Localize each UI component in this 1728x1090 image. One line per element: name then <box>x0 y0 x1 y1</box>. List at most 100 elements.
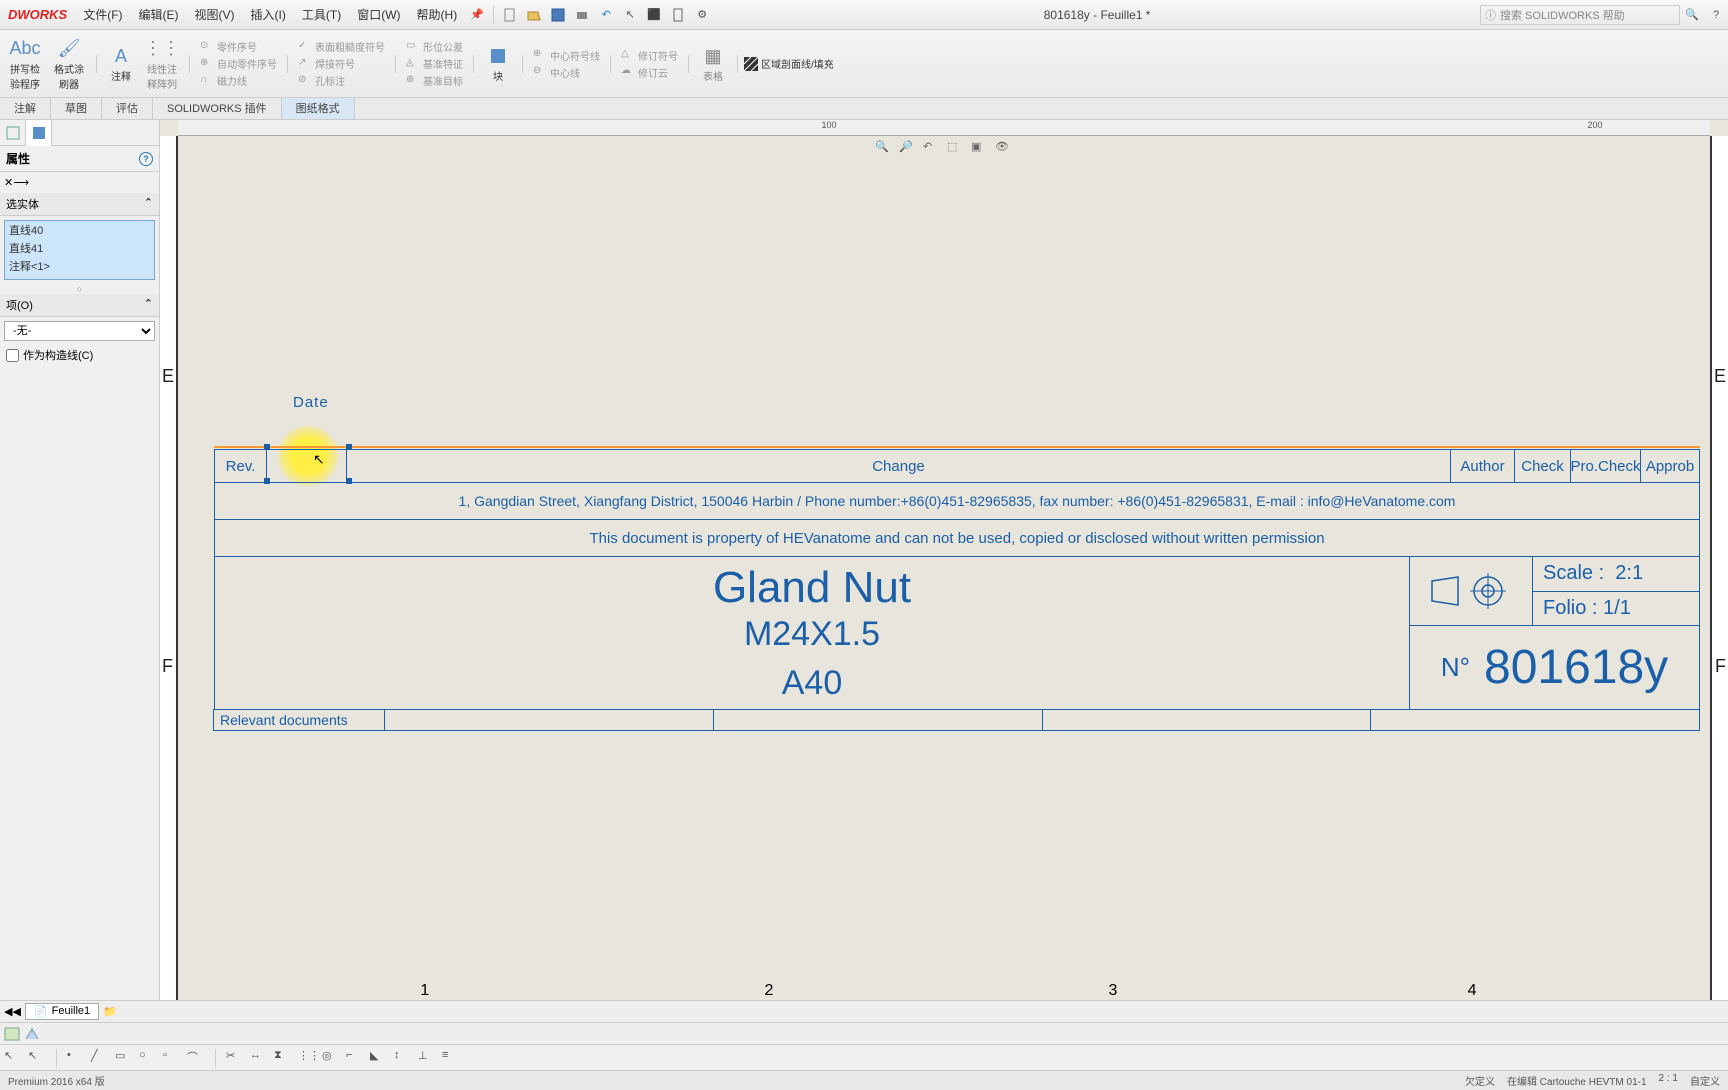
relation-icon[interactable]: ⊥ <box>418 1049 436 1067</box>
mirror-icon[interactable]: ⧗ <box>274 1049 292 1067</box>
table-button[interactable]: ▦表格 <box>695 42 731 85</box>
select-icon[interactable]: ↖ <box>621 6 639 24</box>
construction-checkbox[interactable] <box>6 349 19 362</box>
centermark-button[interactable]: ⊕中心符号线 <box>533 48 600 63</box>
centerline-button[interactable]: ⊖中心线 <box>533 65 600 80</box>
rect-icon[interactable]: ▭ <box>115 1049 133 1067</box>
note-button[interactable]: A注释 <box>103 42 139 85</box>
settings-icon[interactable]: ⚙ <box>693 6 711 24</box>
hdr-check: Check <box>1515 450 1571 482</box>
dim-icon[interactable]: ↕ <box>394 1049 412 1067</box>
menu-insert[interactable]: 插入(I) <box>243 2 294 27</box>
balloon-button[interactable]: ⊙零件序号 <box>200 39 277 54</box>
tab-annotate[interactable]: 注解 <box>0 98 51 119</box>
format-painter-button[interactable]: 🖌格式涂刷器 <box>48 35 90 93</box>
date-label: Date <box>293 394 329 411</box>
view-selector <box>0 1022 1728 1044</box>
select-tool-icon[interactable]: ↖ <box>4 1049 22 1067</box>
extend-icon[interactable]: ↔ <box>250 1049 268 1067</box>
revision-symbol-button[interactable]: △修订符号 <box>621 48 678 63</box>
filter-tool-icon[interactable]: ↖ <box>28 1049 46 1067</box>
tab-sketch[interactable]: 草图 <box>51 98 102 119</box>
panel-help-icon[interactable]: ? <box>139 152 153 166</box>
status-scale[interactable]: 2 : 1 <box>1659 1073 1678 1088</box>
surface-finish-button[interactable]: ✓表面粗糙度符号 <box>298 39 385 54</box>
hdr-author: Author <box>1451 450 1515 482</box>
drawing-number: N° 801618y <box>1409 625 1700 710</box>
title-block: Rev. Change Author Check Pro.Check Appro… <box>214 450 1700 731</box>
spell-check-button[interactable]: Abc拼写检验程序 <box>4 35 46 93</box>
offset-icon[interactable]: ◎ <box>322 1049 340 1067</box>
arc-icon[interactable]: ⌒ <box>187 1049 205 1067</box>
rebuild-icon[interactable]: ⬛ <box>645 6 663 24</box>
auto-balloon-button[interactable]: ⊕自动零件序号 <box>200 56 277 71</box>
open-icon[interactable] <box>525 6 543 24</box>
menu-view[interactable]: 视图(V) <box>187 2 243 27</box>
options-icon[interactable] <box>669 6 687 24</box>
address-text: 1, Gangdian Street, Xiangfang District, … <box>215 483 1699 519</box>
hole-callout-button[interactable]: ⊘孔标注 <box>298 73 385 88</box>
fillet-icon[interactable]: ⌐ <box>346 1049 364 1067</box>
title-bar: DWORKS 文件(F) 编辑(E) 视图(V) 插入(I) 工具(T) 窗口(… <box>0 0 1728 30</box>
undo-icon[interactable]: ↶ <box>597 6 615 24</box>
scroll-left-icon[interactable]: ◀◀ <box>4 1005 21 1018</box>
sheet-tab[interactable]: 📄Feuille1 <box>25 1003 99 1020</box>
selection-list[interactable]: 直线40 直线41 注释<1> <box>4 220 155 280</box>
rel-col <box>384 709 714 731</box>
tab-sheet-format[interactable]: 图纸格式 <box>282 98 355 119</box>
new-icon[interactable] <box>501 6 519 24</box>
datum-button[interactable]: ◬基准特征 <box>406 56 463 71</box>
layer-dropdown[interactable]: -无- <box>4 321 155 341</box>
selected-line[interactable] <box>214 446 1700 448</box>
hdr-date <box>267 450 347 482</box>
pin-icon[interactable]: 📌 <box>468 6 486 24</box>
save-icon[interactable] <box>549 6 567 24</box>
drawing-canvas[interactable]: 100 200 E F E F 🔍 🔎 ↶ ⬚ ▣ 👁 Date ↖ <box>160 120 1728 1000</box>
weld-symbol-button[interactable]: ↗焊接符号 <box>298 56 385 71</box>
border-left: E F <box>160 136 178 1000</box>
sel-item[interactable]: 直线41 <box>5 239 154 257</box>
rel-col <box>713 709 1043 731</box>
sel-item[interactable]: 注释<1> <box>5 257 154 275</box>
trim-icon[interactable]: ✂ <box>226 1049 244 1067</box>
feature-tree-tab[interactable] <box>0 120 26 146</box>
print-icon[interactable] <box>573 6 591 24</box>
line-icon[interactable]: ╱ <box>91 1049 109 1067</box>
menu-help[interactable]: 帮助(H) <box>409 2 466 27</box>
ribbon: Abc拼写检验程序 🖌格式涂刷器 A注释 ⋮⋮线性注释阵列 ⊙零件序号 ⊕自动零… <box>0 30 1728 98</box>
add-sheet-icon[interactable]: 📁 <box>103 1005 117 1018</box>
motion-view-icon[interactable] <box>24 1027 40 1041</box>
part-name: Gland Nut <box>221 563 1403 613</box>
pattern-icon[interactable]: ⋮⋮ <box>298 1049 316 1067</box>
pattern-button[interactable]: ⋮⋮线性注释阵列 <box>141 35 183 93</box>
hatch-button[interactable]: 区域剖面线/填充 <box>744 56 834 71</box>
part-material: A40 <box>221 664 1403 703</box>
menu-window[interactable]: 窗口(W) <box>349 2 408 27</box>
property-tab[interactable] <box>26 120 52 146</box>
menu-tools[interactable]: 工具(T) <box>294 2 349 27</box>
geo-tol-button[interactable]: ▭形位公差 <box>406 39 463 54</box>
section-selection[interactable]: 选实体⌃ <box>0 193 159 216</box>
tab-addins[interactable]: SOLIDWORKS 插件 <box>153 98 282 119</box>
revision-cloud-button[interactable]: ☁修订云 <box>621 65 678 80</box>
menu-file[interactable]: 文件(F) <box>75 2 130 27</box>
block-button[interactable]: 块 <box>480 42 516 85</box>
constraint-icon[interactable]: ≡ <box>442 1049 460 1067</box>
model-view-icon[interactable] <box>4 1027 20 1041</box>
search-help[interactable]: ⓘ搜索 SOLIDWORKS 帮助 <box>1480 5 1680 25</box>
box-icon[interactable]: ▫ <box>163 1049 181 1067</box>
chamfer-icon[interactable]: ◣ <box>370 1049 388 1067</box>
magnetic-line-button[interactable]: ∩磁力线 <box>200 73 277 88</box>
section-options[interactable]: 项(O)⌃ <box>0 294 159 317</box>
point-icon[interactable]: • <box>67 1049 85 1067</box>
datum-target-button[interactable]: ⊕基准目标 <box>406 73 463 88</box>
sel-item[interactable]: 直线40 <box>5 221 154 239</box>
circle-icon[interactable]: ○ <box>139 1049 157 1067</box>
help-icon[interactable]: ? <box>1707 6 1725 24</box>
ruler-horizontal: 100 200 <box>178 120 1710 136</box>
menu-edit[interactable]: 编辑(E) <box>131 2 187 27</box>
status-units[interactable]: 自定义 <box>1690 1073 1720 1088</box>
pushpin-icon[interactable]: ✕⟶ <box>0 172 159 193</box>
tab-evaluate[interactable]: 评估 <box>102 98 153 119</box>
search-icon[interactable]: 🔍 <box>1683 6 1701 24</box>
